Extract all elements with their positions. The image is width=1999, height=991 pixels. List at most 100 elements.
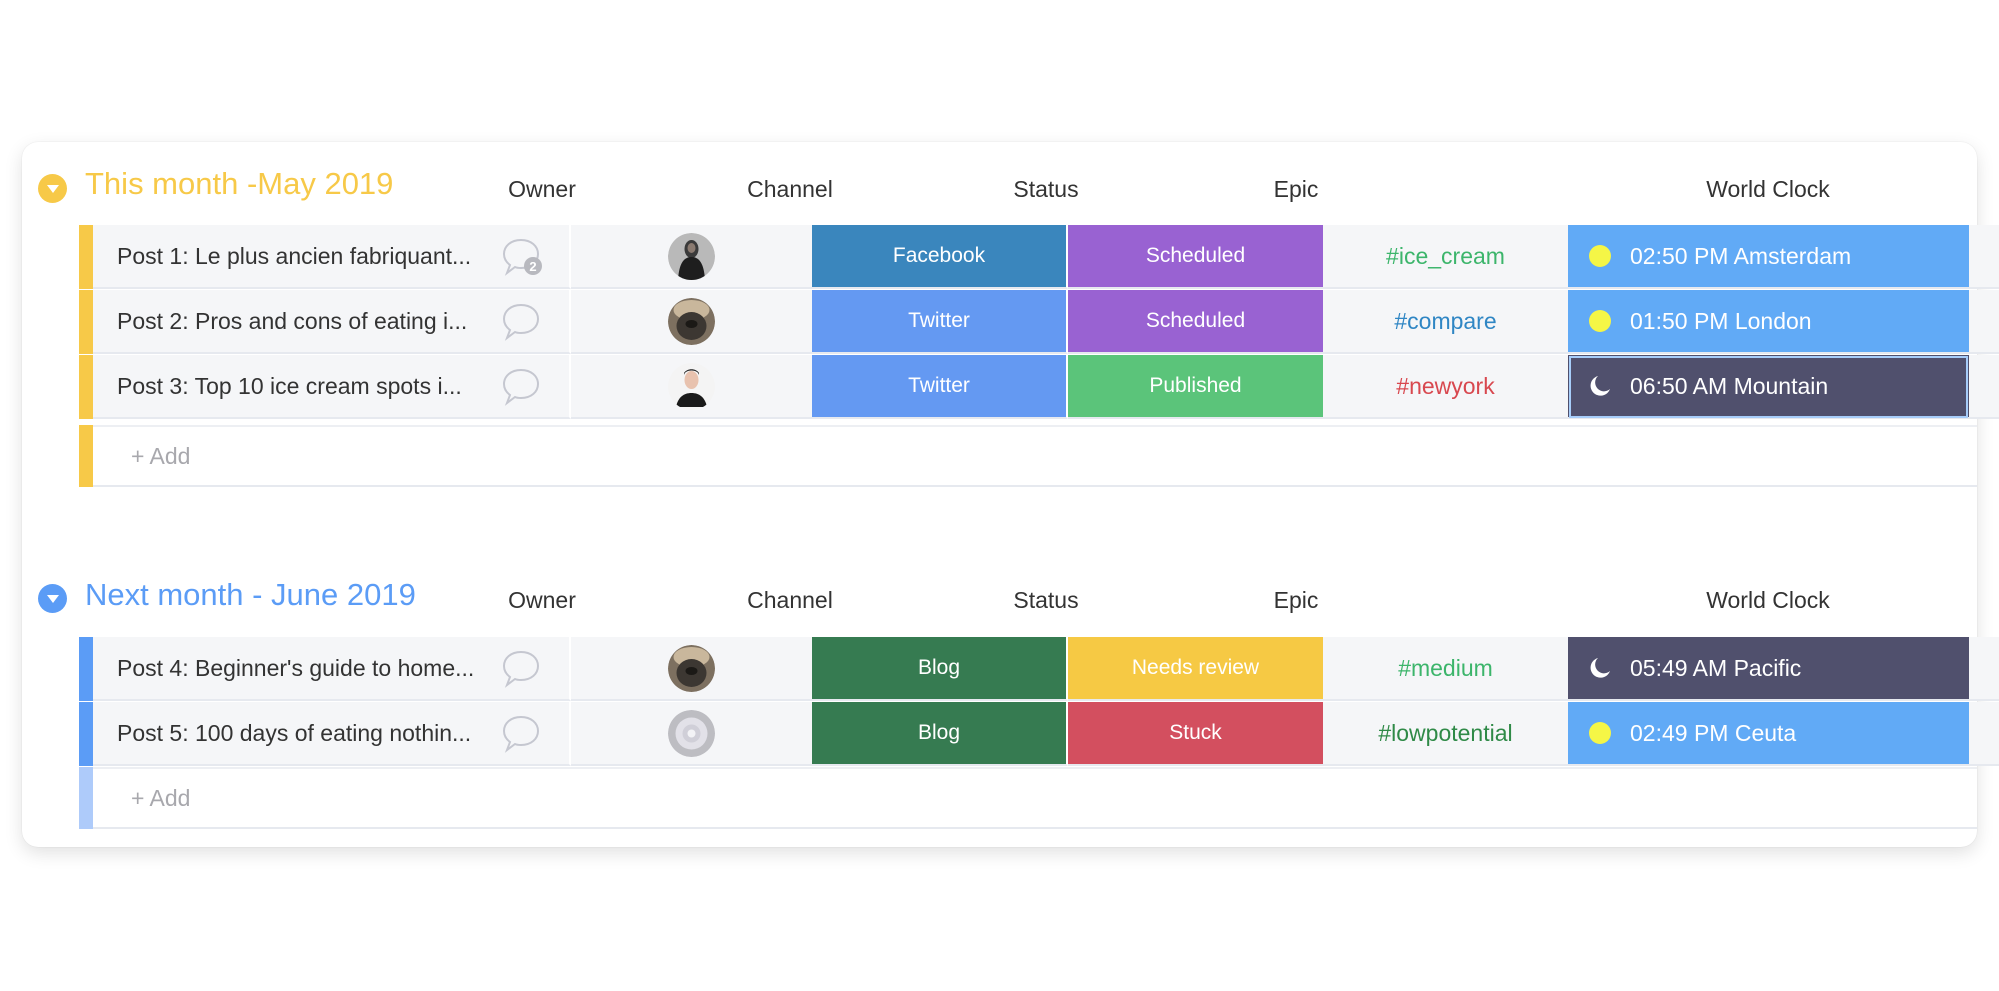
add-item-row[interactable]: + Add [79,767,1977,829]
item-name-cell[interactable]: Post 4: Beginner's guide to home... [93,637,571,701]
channel-cell[interactable]: Blog [812,637,1068,701]
world-clock-cell[interactable]: 01:50 PM London [1568,290,1969,354]
item-name: Post 5: 100 days of eating nothin... [117,719,472,746]
column-header-world-clock[interactable]: World Clock [1706,176,1830,203]
group-color-bar [79,767,93,829]
status-label: Scheduled [1145,244,1246,267]
group-color-bar [79,355,93,419]
epic-cell[interactable]: #newyork [1323,355,1568,419]
channel-cell[interactable]: Twitter [812,355,1068,419]
sun-icon [1589,245,1611,267]
group-title[interactable]: This month -May 2019 [85,166,393,202]
item-name-cell[interactable]: Post 5: 100 days of eating nothin... [93,702,571,766]
table-row[interactable]: Post 5: 100 days of eating nothin... Blo… [79,702,1999,766]
item-name-cell[interactable]: Post 1: Le plus ancien fabriquant... 2 [93,225,571,289]
epic-cell[interactable]: #compare [1323,290,1568,354]
epic-cell[interactable]: #lowpotential [1323,702,1568,766]
comment-icon[interactable] [501,302,545,342]
group-color-bar [79,637,93,701]
owner-cell[interactable] [571,702,812,766]
row-end-strip [1969,637,1999,701]
group-header: This month -May 2019 Owner Channel Statu… [22,142,1977,225]
clock-text: 02:50 PM Amsterdam [1630,242,1852,269]
column-header-owner[interactable]: Owner [508,587,576,614]
column-header-channel[interactable]: Channel [747,176,833,203]
group-color-bar [79,225,93,289]
column-header-epic[interactable]: Epic [1274,176,1319,203]
add-item-button[interactable]: + Add [131,443,190,470]
epic-tag: #ice_cream [1386,242,1505,269]
item-name: Post 3: Top 10 ice cream spots i... [117,372,462,399]
world-clock-cell[interactable]: 06:50 AM Mountain [1568,355,1969,419]
chevron-down-icon [46,594,59,603]
channel-label: Blog [917,656,961,679]
group-color-bar [79,290,93,354]
avatar-pug[interactable] [668,644,715,692]
epic-cell[interactable]: #ice_cream [1323,225,1568,289]
group-this-month: This month -May 2019 Owner Channel Statu… [22,142,1999,487]
world-clock-cell[interactable]: 02:50 PM Amsterdam [1568,225,1969,289]
comment-icon[interactable]: 2 [501,237,545,277]
svg-text:2: 2 [529,259,536,274]
collapse-group-button[interactable] [38,174,67,203]
status-cell[interactable]: Scheduled [1068,225,1323,289]
epic-tag: #newyork [1396,372,1495,399]
column-header-world-clock[interactable]: World Clock [1706,587,1830,614]
epic-tag: #medium [1398,654,1493,681]
status-label: Scheduled [1145,309,1246,332]
owner-cell[interactable] [571,290,812,354]
item-name: Post 4: Beginner's guide to home... [117,654,475,681]
board-card: This month -May 2019 Owner Channel Statu… [22,142,1999,847]
channel-label: Twitter [908,309,970,332]
owner-cell[interactable] [571,225,812,289]
status-cell[interactable]: Stuck [1068,702,1323,766]
item-name-cell[interactable]: Post 3: Top 10 ice cream spots i... [93,355,571,419]
row-end-strip [1969,225,1999,289]
add-item-button[interactable]: + Add [131,785,190,812]
epic-cell[interactable]: #medium [1323,637,1568,701]
channel-cell[interactable]: Facebook [812,225,1068,289]
column-header-owner[interactable]: Owner [508,176,576,203]
avatar-flower[interactable] [668,709,715,757]
world-clock-cell[interactable]: 05:49 AM Pacific [1568,637,1969,701]
row-end-strip [1969,290,1999,354]
channel-cell[interactable]: Twitter [812,290,1068,354]
avatar-woman[interactable] [668,232,715,280]
avatar-man[interactable] [668,362,715,410]
table-row[interactable]: Post 3: Top 10 ice cream spots i... Twit… [79,355,1999,419]
comment-icon[interactable] [501,649,545,689]
clock-text: 05:49 AM Pacific [1630,654,1802,681]
status-cell[interactable]: Needs review [1068,637,1323,701]
add-item-row[interactable]: + Add [79,425,1977,487]
column-header-status[interactable]: Status [1013,587,1078,614]
collapse-group-button[interactable] [38,584,67,613]
channel-cell[interactable]: Blog [812,702,1068,766]
owner-cell[interactable] [571,637,812,701]
row-end-strip [1969,702,1999,766]
moon-icon [1590,376,1610,396]
sun-icon [1589,310,1611,332]
status-cell[interactable]: Published [1068,355,1323,419]
table-row[interactable]: Post 4: Beginner's guide to home... Blog… [79,637,1999,701]
status-label: Stuck [1169,721,1222,744]
group-header: Next month - June 2019 Owner Channel Sta… [22,567,1977,637]
status-cell[interactable]: Scheduled [1068,290,1323,354]
chevron-down-icon [46,184,59,193]
comment-icon[interactable] [501,367,545,407]
status-label: Published [1149,374,1242,397]
table-row[interactable]: Post 2: Pros and cons of eating i... Twi… [79,290,1999,354]
comment-icon[interactable] [501,714,545,754]
world-clock-cell[interactable]: 02:49 PM Ceuta [1568,702,1969,766]
group-title[interactable]: Next month - June 2019 [85,577,416,613]
column-header-status[interactable]: Status [1013,176,1078,203]
clock-text: 02:49 PM Ceuta [1630,719,1797,746]
avatar-pug[interactable] [668,297,715,345]
owner-cell[interactable] [571,355,812,419]
table-row[interactable]: Post 1: Le plus ancien fabriquant... 2 F… [79,225,1999,289]
item-name: Post 2: Pros and cons of eating i... [117,307,468,334]
moon-icon [1590,658,1610,678]
column-header-epic[interactable]: Epic [1274,587,1319,614]
item-name-cell[interactable]: Post 2: Pros and cons of eating i... [93,290,571,354]
column-header-channel[interactable]: Channel [747,587,833,614]
add-item-area: + Add [93,425,1977,487]
